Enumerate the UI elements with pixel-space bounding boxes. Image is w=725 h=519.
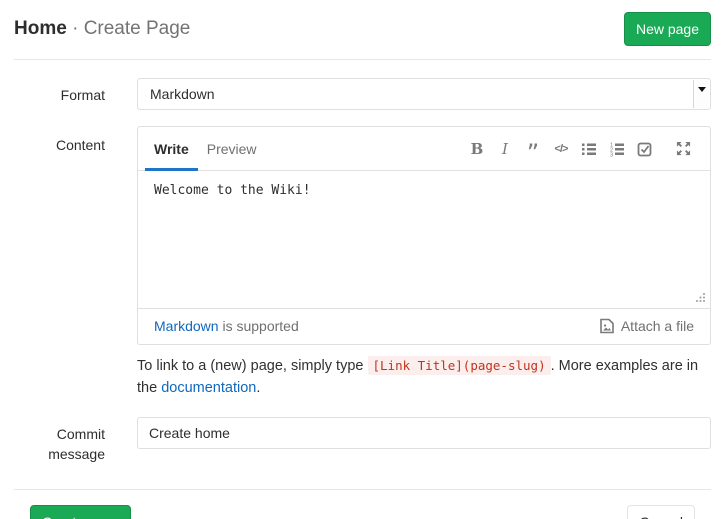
cancel-button[interactable]: Cancel (627, 505, 695, 519)
resize-grip-icon[interactable] (695, 292, 706, 303)
editor-area-wrap: Welcome to the Wiki! (138, 171, 710, 309)
form-actions: Create page Cancel (14, 489, 711, 519)
tab-write[interactable]: Write (145, 127, 198, 171)
commit-message-input[interactable] (137, 417, 711, 449)
content-row: Content Write Preview B I ” </> (14, 126, 711, 345)
tab-preview[interactable]: Preview (198, 127, 266, 171)
format-select[interactable]: Markdown (137, 78, 711, 110)
markdown-editor: Write Preview B I ” </> (137, 126, 711, 345)
page-title-create: Create Page (84, 18, 191, 39)
supported-text: is supported (222, 318, 298, 334)
content-textarea[interactable]: Welcome to the Wiki! (138, 171, 710, 309)
page-header: Home · Create Page New page (14, 0, 711, 60)
documentation-link[interactable]: documentation (161, 380, 256, 396)
italic-icon[interactable]: I (494, 138, 516, 160)
chevron-down-icon[interactable] (693, 80, 709, 108)
create-page-button[interactable]: Create page (30, 505, 131, 519)
content-label: Content (14, 126, 105, 345)
help-text-before: To link to a (new) page, simply type (137, 358, 363, 374)
page-title-home: Home (14, 18, 67, 39)
svg-text:3: 3 (610, 152, 613, 157)
quote-icon[interactable]: ” (522, 138, 544, 160)
title-separator: · (72, 18, 78, 39)
link-help-text: To link to a (new) page, simply type [Li… (137, 355, 711, 399)
editor-toolbar: B I ” </> 1 (460, 138, 694, 160)
bullet-list-icon[interactable] (578, 138, 600, 160)
commit-message-row: Commit message (14, 417, 711, 464)
link-syntax-code: [Link Title](page-slug) (368, 356, 551, 375)
format-row: Format Markdown (14, 78, 711, 110)
format-label: Format (14, 78, 105, 110)
editor-tab-bar: Write Preview B I ” </> (138, 127, 710, 171)
task-list-icon[interactable] (634, 138, 656, 160)
attach-file-label: Attach a file (621, 318, 694, 334)
page-title: Home · Create Page (14, 18, 190, 40)
markdown-supported-note: Markdown is supported (154, 318, 299, 334)
editor-footer: Markdown is supported Attach a file (138, 309, 710, 344)
format-select-value: Markdown (150, 86, 215, 102)
attach-image-icon (599, 318, 615, 334)
wiki-create-page: Home · Create Page New page Format Markd… (0, 0, 725, 519)
new-page-button[interactable]: New page (624, 12, 711, 46)
bold-icon[interactable]: B (466, 138, 488, 160)
numbered-list-icon[interactable]: 1 2 3 (606, 138, 628, 160)
commit-message-label: Commit message (14, 417, 105, 464)
attach-file-button[interactable]: Attach a file (599, 318, 694, 334)
help-text-end: . (256, 380, 260, 396)
fullscreen-icon[interactable] (672, 138, 694, 160)
code-icon[interactable]: </> (550, 138, 572, 160)
markdown-help-link[interactable]: Markdown (154, 318, 219, 334)
